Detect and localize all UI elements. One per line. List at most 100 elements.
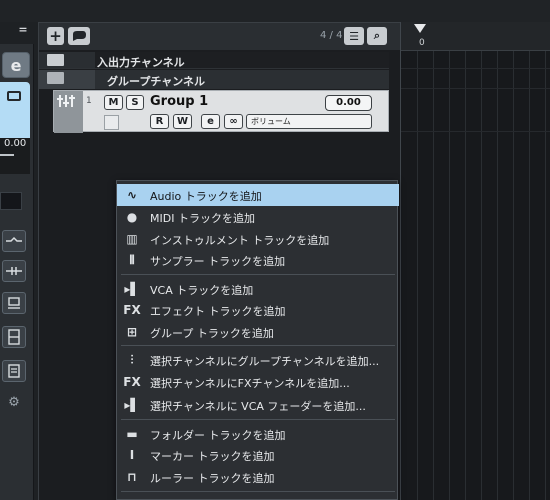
grid-line [481, 51, 482, 500]
automation-parameter-field[interactable]: ボリューム [246, 114, 372, 129]
ruler-position: 0 [419, 38, 425, 48]
folder-icon: ▬ [126, 427, 138, 441]
link-icon[interactable]: ∞ [224, 114, 243, 129]
menu-item-label: フォルダー トラックを追加 [150, 429, 286, 442]
add-track-from-preset-button[interactable] [68, 27, 90, 45]
grid-line [449, 51, 450, 500]
edit-channel-button[interactable]: e [201, 114, 220, 129]
track-checkbox[interactable] [104, 115, 119, 130]
track-label: グループチャンネル [107, 75, 206, 88]
menu-separator [121, 345, 395, 346]
menu-item-label: 選択チャンネルにグループチャンネルを追加... [150, 355, 380, 368]
menu-item-add-folder-track[interactable]: ▬ フォルダー トラックを追加 [117, 423, 399, 445]
grid-line [497, 51, 498, 500]
folder-track-io[interactable]: 入出力チャンネル [39, 52, 389, 69]
vca-icon: ▸▌ [124, 282, 140, 296]
add-track-context-menu: ∿ Audio トラックを追加 ● MIDI トラックを追加 ▥ インストゥルメ… [116, 180, 399, 500]
folder-track-groups[interactable]: グループチャンネル [39, 70, 389, 89]
value-readout: 0.00 [0, 138, 30, 174]
grid-line [465, 51, 466, 500]
menu-item-add-group-track[interactable]: ⊞ グループ トラックを追加 [117, 321, 399, 343]
solo-button[interactable]: S [126, 95, 144, 110]
grid-line [401, 68, 550, 69]
midi-icon: ● [126, 210, 138, 224]
dark-field[interactable] [0, 192, 22, 210]
monitor-icon[interactable] [2, 292, 26, 314]
gear-icon[interactable]: ⚙ [7, 396, 21, 410]
folder-icon [47, 54, 64, 66]
menu-item-label: Audio トラックを追加 [150, 190, 262, 203]
grid-line [433, 51, 434, 500]
menu-item-add-sampler-track[interactable]: ⫴ サンプラー トラックを追加 [117, 249, 399, 271]
grid-line [417, 51, 418, 500]
menu-separator [121, 419, 395, 420]
group-icon: ⊞ [126, 325, 138, 339]
group-track[interactable]: 1 M S Group 1 0.00 R W e ∞ ボリューム [53, 90, 389, 133]
menu-item-label: 選択チャンネルにFXチャンネルを追加... [150, 377, 350, 390]
grid-line [401, 131, 550, 132]
grid-line [401, 88, 550, 89]
automation-icon[interactable] [2, 230, 26, 252]
marker-icon: I [129, 448, 135, 462]
edit-channel-button[interactable]: e [2, 52, 30, 78]
grid-line [513, 51, 514, 500]
top-bar [0, 0, 550, 22]
fx-icon: FX [123, 375, 141, 389]
write-automation-button[interactable]: W [173, 114, 192, 129]
notepad-icon[interactable] [2, 360, 26, 382]
cubase-project-window: = e 0.00 ⚙ + 4 / 4 ☰ ⌕ 入出力チャンネル グループチャンネ… [0, 0, 550, 500]
track-number: 1 [86, 96, 92, 106]
menu-separator [121, 274, 395, 275]
mute-button[interactable]: M [104, 95, 123, 110]
menu-item-label: サンプラー トラックを追加 [150, 255, 286, 268]
track-count: 4 / 4 [320, 30, 343, 41]
menu-item-label: エフェクト トラックを追加 [150, 305, 286, 318]
track-label: 入出力チャンネル [97, 56, 185, 69]
grid-line [545, 51, 546, 500]
menu-item-label: MIDI トラックを追加 [150, 212, 255, 225]
equals-icon[interactable]: = [14, 23, 32, 39]
menu-item-add-fx-channel-to-selected[interactable]: FX 選択チャンネルにFXチャンネルを追加... [117, 371, 399, 393]
menu-item-add-ruler-track[interactable]: ⊓ ルーラー トラックを追加 [117, 466, 399, 488]
fx-icon: FX [123, 303, 141, 317]
menu-item-label: インストゥルメント トラックを追加 [150, 234, 330, 247]
folder-open-icon [47, 72, 64, 84]
read-automation-button[interactable]: R [150, 114, 169, 129]
value-bar [0, 154, 14, 156]
vca-icon: ▸▌ [124, 398, 140, 412]
track-name[interactable]: Group 1 [150, 94, 208, 109]
ruler-icon: ⊓ [127, 470, 137, 484]
group-channel-icon [54, 91, 83, 133]
search-button[interactable]: ⌕ [367, 27, 387, 45]
sampler-icon: ⫴ [129, 253, 135, 267]
value-readout-text: 0.00 [4, 138, 27, 149]
event-display[interactable]: 0 [400, 22, 550, 500]
menu-item-add-marker-track[interactable]: I マーカー トラックを追加 [117, 444, 399, 466]
menu-item-add-vca-track[interactable]: ▸▌ VCA トラックを追加 [117, 278, 399, 300]
menu-item-label: VCA トラックを追加 [150, 284, 254, 297]
insert-icon[interactable] [2, 260, 26, 282]
menu-item-label: マーカー トラックを追加 [150, 450, 275, 463]
menu-item-add-effect-track[interactable]: FX エフェクト トラックを追加 [117, 299, 399, 321]
volume-field[interactable]: 0.00 [325, 95, 372, 111]
menu-item-label: ルーラー トラックを追加 [150, 472, 275, 485]
keyboard-icon: ▥ [126, 232, 138, 246]
menu-item-add-group-channel-to-selected[interactable]: ⫶ 選択チャンネルにグループチャンネルを追加... [117, 349, 399, 371]
grid-line [529, 51, 530, 500]
menu-item-add-midi-track[interactable]: ● MIDI トラックを追加 [117, 206, 399, 228]
waveform-icon: ∿ [126, 188, 138, 202]
lock-icon [7, 91, 21, 101]
menu-item-add-audio-track[interactable]: ∿ Audio トラックを追加 [117, 184, 399, 206]
left-inspector-strip: e 0.00 ⚙ [0, 44, 34, 500]
menu-item-add-instrument-track[interactable]: ▥ インストゥルメント トラックを追加 [117, 228, 399, 250]
add-track-button[interactable]: + [47, 27, 64, 45]
panel-icon[interactable] [2, 326, 26, 348]
ruler[interactable]: 0 [401, 22, 550, 51]
menu-item-add-vca-fader-to-selected[interactable]: ▸▌ 選択チャンネルに VCA フェーダーを追加... [117, 394, 399, 416]
menu-separator [121, 491, 395, 492]
group-channel-icon: ⫶ [130, 353, 134, 367]
track-list-toolbar: + 4 / 4 ☰ ⌕ [39, 23, 401, 50]
menu-item-label: 選択チャンネルに VCA フェーダーを追加... [150, 400, 366, 413]
locator-marker-icon[interactable] [414, 24, 426, 33]
track-list-view-button[interactable]: ☰ [344, 27, 364, 45]
